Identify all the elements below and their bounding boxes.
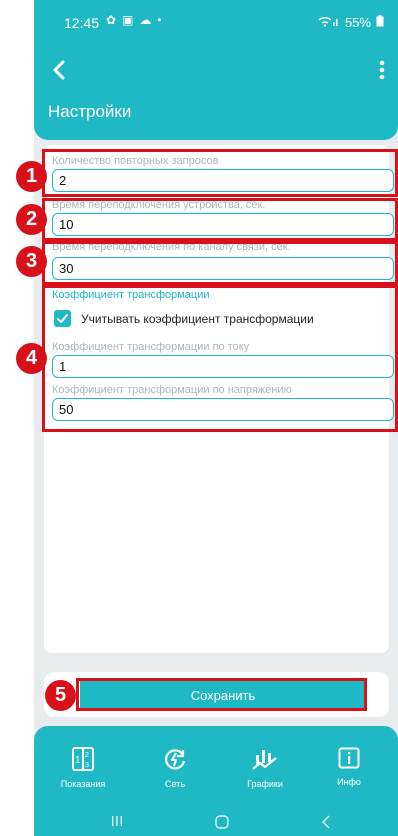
svg-text:2: 2 <box>85 752 89 759</box>
readings-icon: 12 3 <box>48 747 118 771</box>
annotation-badge-5: 5 <box>45 680 76 711</box>
annotation-box-3 <box>42 241 398 285</box>
svg-text:3: 3 <box>85 762 89 769</box>
system-nav-bar <box>34 808 398 836</box>
annotation-badge-3: 3 <box>16 246 47 277</box>
annotation-box-2 <box>42 198 398 241</box>
battery-icon <box>376 15 384 30</box>
charts-icon <box>230 747 300 771</box>
nav-label-charts: Графики <box>247 779 283 789</box>
battery-percent: 55% <box>344 15 371 30</box>
status-icons-left: ✿ ▣ ☁ • <box>106 13 162 27</box>
status-right: 55% <box>318 15 384 30</box>
svg-text:1: 1 <box>75 755 81 766</box>
bottom-nav: 12 3 Показания Сеть Графики Инфо <box>34 726 398 810</box>
dot-icon: • <box>157 13 162 27</box>
network-icon <box>140 747 210 771</box>
status-time: 12:45 <box>64 15 100 31</box>
nav-item-info[interactable]: Инфо <box>314 747 384 787</box>
annotation-box-4 <box>42 285 398 432</box>
nav-label-info: Инфо <box>337 777 361 787</box>
home-icon[interactable] <box>214 814 230 835</box>
annotation-box-5 <box>76 678 367 711</box>
recent-apps-icon[interactable] <box>110 814 124 833</box>
nav-item-network[interactable]: Сеть <box>140 747 210 789</box>
annotation-box-1 <box>42 149 398 197</box>
gallery-icon: ▣ <box>122 13 134 27</box>
settings-gear-icon: ✿ <box>106 13 117 27</box>
nav-item-charts[interactable]: Графики <box>230 747 300 789</box>
back-arrow-icon[interactable] <box>48 58 72 82</box>
app-header: 12:45 ✿ ▣ ☁ • 55% Настройки <box>34 0 398 140</box>
annotation-badge-4: 4 <box>16 343 47 374</box>
nav-item-readings[interactable]: 12 3 Показания <box>48 747 118 789</box>
wifi-signal-icon <box>318 15 340 30</box>
annotation-badge-1: 1 <box>16 161 47 192</box>
info-icon <box>314 747 384 769</box>
nav-label-network: Сеть <box>164 779 186 789</box>
status-bar: 12:45 ✿ ▣ ☁ • 55% <box>34 0 398 40</box>
system-back-icon[interactable] <box>320 814 332 835</box>
more-vert-icon[interactable] <box>374 58 390 82</box>
nav-label-readings: Показания <box>60 779 106 789</box>
cloud-icon: ☁ <box>139 13 152 27</box>
page-title: Настройки <box>48 102 132 121</box>
annotation-badge-2: 2 <box>16 204 47 235</box>
